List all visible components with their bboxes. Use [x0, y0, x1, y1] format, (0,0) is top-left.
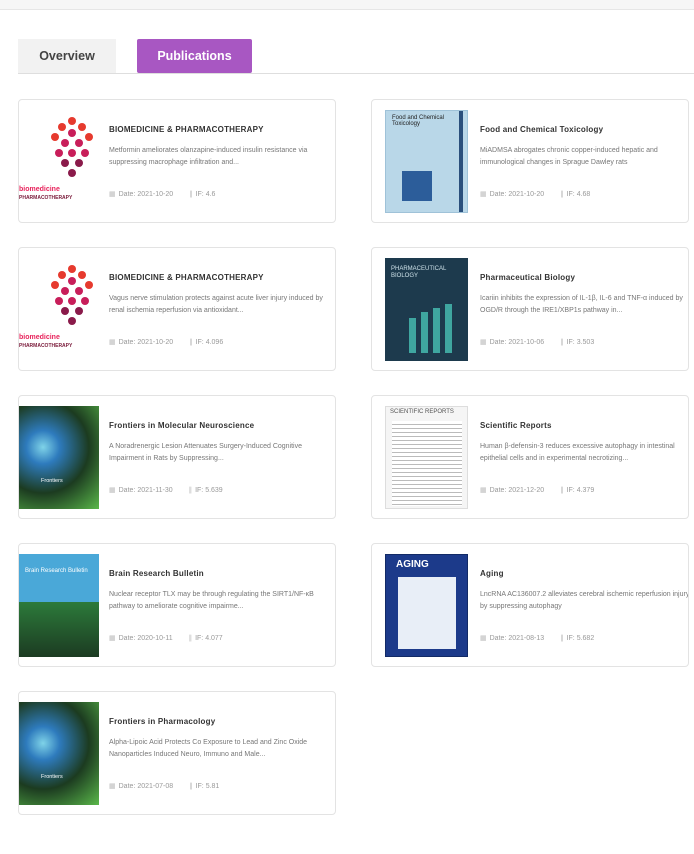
journal-cover: biomedicine PHARMACOTHERAPY: [19, 258, 99, 361]
journal-cover: Brain Research Bulletin: [19, 554, 99, 657]
article-description: Nuclear receptor TLX may be through regu…: [109, 591, 314, 610]
calendar-icon: ▦: [480, 487, 487, 494]
publication-date: 2021-07-08: [137, 783, 174, 790]
publication-date: 2021-10-20: [137, 191, 174, 198]
publication-card[interactable]: biomedicine PHARMACOTHERAPY BIOMEDICINE &…: [18, 247, 336, 371]
journal-title[interactable]: Pharmaceutical Biology: [480, 273, 575, 282]
journal-title[interactable]: Aging: [480, 569, 504, 578]
tab-bar: Overview Publications: [18, 38, 694, 74]
publication-card[interactable]: PHARMACEUTICAL BIOLOGY Pharmaceutical Bi…: [371, 247, 689, 371]
calendar-icon: ▦: [109, 339, 116, 346]
publication-card[interactable]: Food and Chemical Toxicology Food and Ch…: [371, 99, 689, 223]
publisher-logo-icon: [402, 171, 432, 201]
publication-meta: ▦ Date: 2021-07-08 ∥ IF: 5.81: [109, 783, 220, 790]
journal-cover: PHARMACEUTICAL BIOLOGY: [385, 258, 468, 361]
journal-cover: Frontiers: [19, 406, 99, 509]
article-description: MiADMSA abrogates chronic copper-induced…: [480, 147, 658, 166]
journal-cover: biomedicine PHARMACOTHERAPY: [19, 110, 99, 213]
publication-meta: ▦ Date: 2021-12-20 ∥ IF: 4.379: [480, 487, 595, 494]
publication-meta: ▦ Date: 2021-10-06 ∥ IF: 3.503: [480, 339, 595, 346]
article-description: Human β-defensin-3 reduces excessive aut…: [480, 443, 675, 462]
calendar-icon: ▦: [109, 635, 116, 642]
cover-brand: biomedicine PHARMACOTHERAPY: [19, 186, 73, 201]
article-description: Alpha-Lipoic Acid Protects Co Exposure t…: [109, 739, 308, 758]
publication-card[interactable]: SCIENTIFIC REPORTS Scientific Reports Hu…: [371, 395, 689, 519]
publication-date: 2021-08-13: [508, 635, 545, 642]
publication-date: 2020-10-11: [137, 635, 173, 642]
calendar-icon: ▦: [109, 191, 116, 198]
impact-factor: 4.379: [576, 487, 595, 494]
impact-factor-icon: ∥: [189, 191, 193, 198]
impact-factor-icon: ∥: [189, 339, 193, 346]
dots-logo-icon: [51, 117, 93, 177]
impact-factor-icon: ∥: [189, 783, 193, 790]
journal-cover: Food and Chemical Toxicology: [385, 110, 468, 213]
publication-meta: ▦ Date: 2021-10-20 ∥ IF: 4.68: [480, 191, 591, 198]
journal-title[interactable]: Frontiers in Molecular Neuroscience: [109, 421, 254, 430]
publication-card[interactable]: AGING Aging LncRNA AC136007.2 alleviates…: [371, 543, 689, 667]
journal-title[interactable]: Food and Chemical Toxicology: [480, 125, 603, 134]
publication-card[interactable]: Frontiers Frontiers in Pharmacology Alph…: [18, 691, 336, 815]
publication-date: 2021-11-30: [137, 487, 173, 494]
publication-date: 2021-10-06: [508, 339, 545, 346]
article-description: Vagus nerve stimulation protects against…: [109, 295, 323, 314]
publication-meta: ▦ Date: 2021-10-20 ∥ IF: 4.6: [109, 191, 216, 198]
publication-date: 2021-10-20: [508, 191, 545, 198]
calendar-icon: ▦: [480, 191, 487, 198]
article-description: LncRNA AC136007.2 alleviates cerebral is…: [480, 591, 689, 610]
publication-card[interactable]: biomedicine PHARMACOTHERAPY BIOMEDICINE &…: [18, 99, 336, 223]
impact-factor: 5.682: [576, 635, 595, 642]
journal-title[interactable]: Frontiers in Pharmacology: [109, 717, 215, 726]
publication-card[interactable]: Frontiers Frontiers in Molecular Neurosc…: [18, 395, 336, 519]
journal-title[interactable]: Scientific Reports: [480, 421, 552, 430]
publication-meta: ▦ Date: 2021-08-13 ∥ IF: 5.682: [480, 635, 595, 642]
impact-factor-icon: ∥: [188, 635, 193, 642]
top-bar: [0, 0, 694, 10]
impact-factor-icon: ∥: [560, 635, 564, 642]
publication-card[interactable]: Brain Research Bulletin Brain Research B…: [18, 543, 336, 667]
journal-cover: AGING: [385, 554, 468, 657]
journal-cover: SCIENTIFIC REPORTS: [385, 406, 468, 509]
tab-publications[interactable]: Publications: [137, 39, 252, 73]
publication-meta: ▦ Date: 2020-10-11 ∥ IF: 4.077: [109, 635, 223, 642]
publication-meta: ▦ Date: 2021-11-30 ∥ IF: 5.639: [109, 487, 223, 494]
cover-art-icon: [409, 304, 452, 353]
impact-factor: 4.077: [205, 635, 223, 642]
impact-factor-icon: ∥: [188, 487, 193, 494]
calendar-icon: ▦: [109, 487, 116, 494]
publication-date: 2021-10-20: [137, 339, 174, 346]
tab-overview[interactable]: Overview: [18, 39, 116, 73]
journal-title[interactable]: Brain Research Bulletin: [109, 569, 204, 578]
impact-factor: 5.639: [205, 487, 223, 494]
impact-factor: 3.503: [576, 339, 595, 346]
impact-factor: 4.68: [576, 191, 591, 198]
journal-title[interactable]: BIOMEDICINE & PHARMACOTHERAPY: [109, 273, 264, 282]
article-description: Metformin ameliorates olanzapine-induced…: [109, 147, 308, 166]
publication-date: 2021-12-20: [508, 487, 545, 494]
impact-factor: 4.6: [205, 191, 216, 198]
calendar-icon: ▦: [480, 635, 487, 642]
article-description: A Noradrenergic Lesion Attenuates Surger…: [109, 443, 303, 462]
publication-meta: ▦ Date: 2021-10-20 ∥ IF: 4.096: [109, 339, 224, 346]
cover-brand: biomedicine PHARMACOTHERAPY: [19, 334, 73, 349]
calendar-icon: ▦: [480, 339, 487, 346]
journal-title[interactable]: BIOMEDICINE & PHARMACOTHERAPY: [109, 125, 264, 134]
dots-logo-icon: [51, 265, 93, 325]
impact-factor: 4.096: [205, 339, 224, 346]
impact-factor-icon: ∥: [560, 487, 564, 494]
impact-factor-icon: ∥: [560, 191, 564, 198]
impact-factor: 5.81: [205, 783, 220, 790]
impact-factor-icon: ∥: [560, 339, 564, 346]
article-description: Icariin inhibits the expression of IL-1β…: [480, 295, 683, 314]
journal-cover: Frontiers: [19, 702, 99, 805]
calendar-icon: ▦: [109, 783, 116, 790]
